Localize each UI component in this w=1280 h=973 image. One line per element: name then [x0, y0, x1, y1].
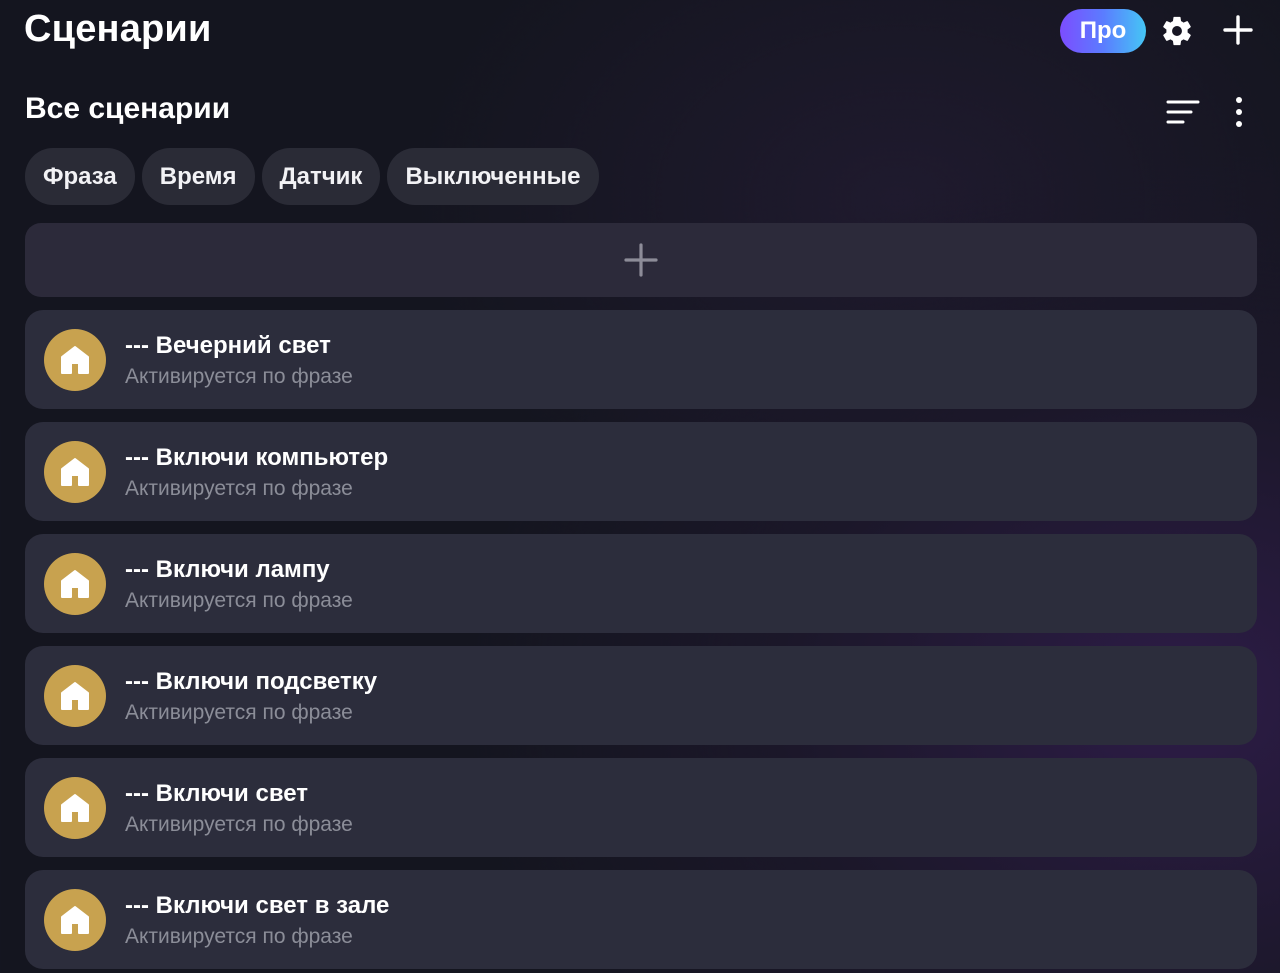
gear-icon [1163, 16, 1191, 46]
home-icon [61, 682, 89, 710]
filter-chip-phrase[interactable]: Фраза [25, 148, 135, 205]
home-icon [61, 346, 89, 374]
scenario-subtitle: Активируется по фразе [125, 925, 353, 948]
home-icon [61, 794, 89, 822]
sort-icon [1166, 100, 1200, 124]
section-title: Все сценарии [25, 92, 231, 125]
scenario-item[interactable]: --- Включи лампу Активируется по фразе [25, 534, 1257, 633]
scenario-subtitle: Активируется по фразе [125, 477, 353, 500]
filter-chip-sensor[interactable]: Датчик [261, 148, 381, 205]
scenario-title: --- Включи компьютер [125, 444, 389, 471]
top-bar: Сценарии Про [0, 0, 1280, 62]
scenario-subtitle: Активируется по фразе [125, 813, 353, 836]
home-icon [61, 458, 89, 486]
scenario-title: --- Включи свет [125, 780, 309, 807]
filter-chip-disabled[interactable]: Выключенные [387, 148, 599, 205]
scenario-title: --- Вечерний свет [125, 332, 331, 359]
scenario-avatar [44, 329, 106, 391]
add-scenario-button[interactable] [25, 223, 1257, 297]
scenario-avatar [44, 889, 106, 951]
more-button[interactable] [1222, 92, 1256, 132]
more-vertical-icon [1236, 97, 1242, 127]
filter-chips: Фраза Время Датчик Выключенные [25, 148, 599, 205]
pro-button[interactable]: Про [1060, 9, 1146, 53]
home-icon [61, 906, 89, 934]
plus-icon [1223, 15, 1253, 45]
scenario-avatar [44, 553, 106, 615]
scenario-title: --- Включи подсветку [125, 668, 378, 695]
settings-button[interactable] [1156, 10, 1198, 52]
scenario-list: --- Вечерний свет Активируется по фразе … [25, 310, 1257, 973]
scenario-item[interactable]: --- Включи свет в зале Активируется по ф… [25, 870, 1257, 969]
scenario-title: --- Включи свет в зале [125, 892, 390, 919]
scenario-item[interactable]: --- Включи компьютер Активируется по фра… [25, 422, 1257, 521]
scenario-avatar [44, 441, 106, 503]
scenario-subtitle: Активируется по фразе [125, 365, 353, 388]
page-title: Сценарии [24, 8, 212, 50]
scenario-subtitle: Активируется по фразе [125, 589, 353, 612]
sort-button[interactable] [1162, 92, 1204, 132]
scenario-title: --- Включи лампу [125, 556, 330, 583]
scenario-subtitle: Активируется по фразе [125, 701, 353, 724]
scenario-item[interactable]: --- Включи свет Активируется по фразе [25, 758, 1257, 857]
plus-icon [624, 243, 658, 277]
scenario-item[interactable]: --- Включи подсветку Активируется по фра… [25, 646, 1257, 745]
filter-chip-time[interactable]: Время [141, 148, 255, 205]
scenario-avatar [44, 665, 106, 727]
scenario-item[interactable]: --- Вечерний свет Активируется по фразе [25, 310, 1257, 409]
home-icon [61, 570, 89, 598]
scenario-avatar [44, 777, 106, 839]
add-scenario-top-button[interactable] [1216, 8, 1260, 52]
